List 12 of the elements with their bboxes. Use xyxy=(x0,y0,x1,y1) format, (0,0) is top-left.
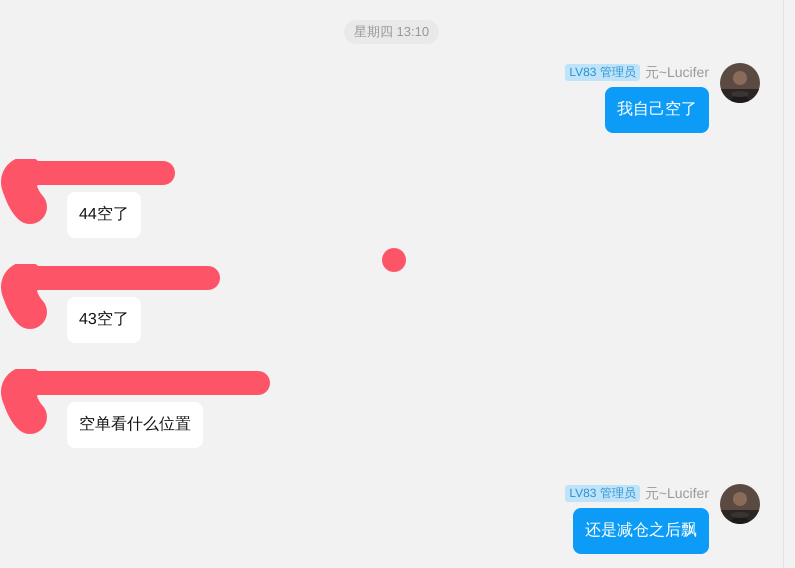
role-badge: LV83 管理员 xyxy=(565,64,640,80)
message-bubble: 还是减仓之后飘 xyxy=(573,508,709,554)
message-bubble: 44空了 xyxy=(67,192,141,238)
message-bubble: 我自己空了 xyxy=(605,87,709,133)
message-bubble: 43空了 xyxy=(67,297,141,343)
timestamp: 星期四 13:10 xyxy=(344,20,440,44)
sender-name: 元~Lucifer xyxy=(644,484,709,502)
message-bubble: 空单看什么位置 xyxy=(67,402,203,448)
avatar[interactable] xyxy=(720,484,760,524)
role-badge: LV83 管理员 xyxy=(565,484,640,502)
avatar[interactable] xyxy=(720,63,760,103)
sender-name: 元~Lucifer xyxy=(644,63,709,81)
